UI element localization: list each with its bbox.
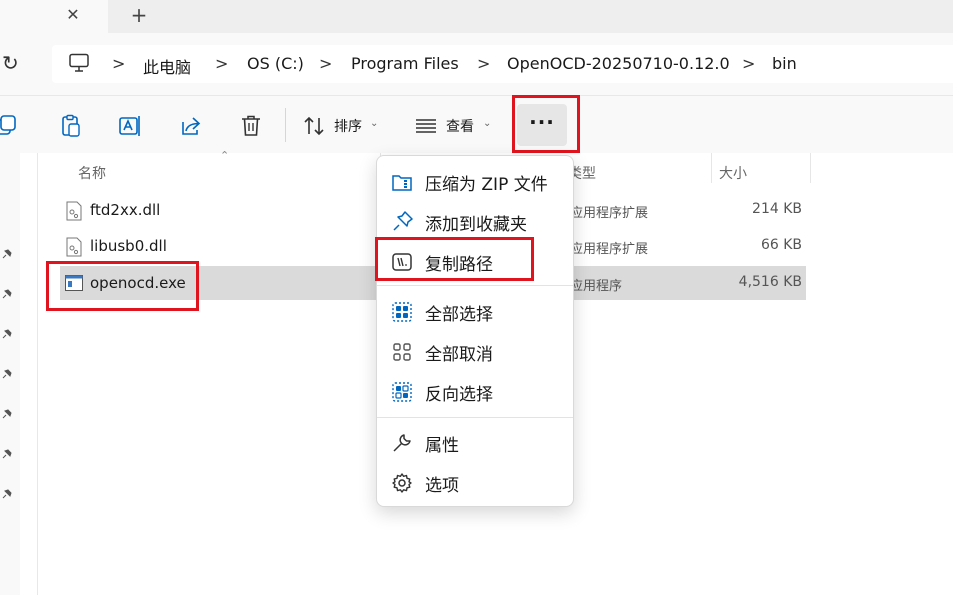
breadcrumb-this-pc[interactable]: 此电脑 <box>143 54 191 78</box>
menu-item-properties[interactable]: 属性 <box>381 424 571 460</box>
file-type: 应用程序扩展 <box>570 242 649 257</box>
menu-item-options[interactable]: 选项 <box>381 464 571 500</box>
more-options-menu: 压缩为 ZIP 文件 添加到收藏夹 复制路径 全部选择 全部取消 反向选择 属性… <box>376 155 574 507</box>
menu-divider <box>377 285 573 286</box>
rename-icon[interactable] <box>118 114 142 138</box>
paste-icon[interactable] <box>59 114 83 138</box>
sort-chevron-icon[interactable]: ⌄ <box>370 118 378 129</box>
select-all-icon <box>392 302 412 322</box>
view-button-label[interactable]: 查看 <box>446 116 474 136</box>
dll-file-icon <box>66 237 82 257</box>
pin-icon <box>2 369 12 379</box>
menu-item-label: 属性 <box>425 436 459 456</box>
breadcrumb-separator[interactable]: > <box>112 54 125 73</box>
invert-selection-icon <box>392 382 412 402</box>
gear-icon <box>392 473 412 493</box>
highlight-box-copy-path <box>375 237 534 281</box>
menu-item-label: 压缩为 ZIP 文件 <box>425 175 548 195</box>
file-name[interactable]: libusb0.dll <box>90 237 167 255</box>
column-header-name[interactable]: 名称 <box>78 163 106 183</box>
sort-icon[interactable] <box>303 114 327 138</box>
navigation-scrollbar[interactable] <box>20 153 38 595</box>
dll-file-icon <box>66 201 82 221</box>
command-bar: 排序 ⌄ 查看 ⌄ ··· <box>0 95 953 153</box>
breadcrumb-separator[interactable]: > <box>215 54 228 73</box>
column-divider[interactable] <box>810 153 811 183</box>
active-tab[interactable]: ✕ <box>0 0 108 33</box>
menu-item-label: 添加到收藏夹 <box>425 215 527 235</box>
wrench-icon <box>393 434 411 452</box>
address-bar[interactable]: > 此电脑 > OS (C:) > Program Files > OpenOC… <box>52 45 953 83</box>
menu-item-add-favorites[interactable]: 添加到收藏夹 <box>381 203 571 239</box>
menu-item-label: 选项 <box>425 476 459 496</box>
menu-item-compress-zip[interactable]: 压缩为 ZIP 文件 <box>381 163 571 199</box>
refresh-icon[interactable]: ↻ <box>2 51 26 75</box>
menu-item-invert-selection[interactable]: 反向选择 <box>381 373 571 409</box>
new-tab-button[interactable]: + <box>127 3 151 27</box>
navigation-pane[interactable] <box>0 153 20 595</box>
highlight-box-more <box>512 95 580 153</box>
menu-item-select-all[interactable]: 全部选择 <box>381 293 571 329</box>
select-none-icon <box>393 343 411 361</box>
pin-icon <box>2 489 12 499</box>
breadcrumb-os-c[interactable]: OS (C:) <box>247 54 304 73</box>
delete-icon[interactable] <box>239 114 263 138</box>
breadcrumb-separator[interactable]: > <box>319 54 332 73</box>
breadcrumb-program-files[interactable]: Program Files <box>351 54 459 73</box>
breadcrumb-separator[interactable]: > <box>477 54 490 73</box>
toolbar-divider <box>285 108 286 142</box>
file-type: 应用程序扩展 <box>570 206 649 221</box>
column-header-size[interactable]: 大小 <box>719 163 747 183</box>
highlight-box-openocd <box>46 261 199 311</box>
tab-strip: ✕ + <box>0 0 953 33</box>
sort-button-label[interactable]: 排序 <box>334 116 362 136</box>
pin-icon <box>2 449 12 459</box>
close-tab-icon[interactable]: ✕ <box>62 4 84 26</box>
pin-icon <box>393 211 413 231</box>
menu-item-label: 全部取消 <box>425 345 493 365</box>
menu-item-label: 全部选择 <box>425 305 493 325</box>
menu-item-label: 反向选择 <box>425 385 493 405</box>
this-pc-icon[interactable] <box>68 53 90 73</box>
file-name[interactable]: ftd2xx.dll <box>90 201 160 219</box>
view-chevron-icon[interactable]: ⌄ <box>483 118 491 129</box>
view-icon[interactable] <box>414 114 438 138</box>
breadcrumb-separator[interactable]: > <box>742 54 755 73</box>
sort-ascending-icon: ⌃ <box>220 149 230 162</box>
zip-folder-icon <box>392 175 412 191</box>
pin-icon <box>2 409 12 419</box>
pin-icon <box>2 249 12 259</box>
breadcrumb-openocd[interactable]: OpenOCD-20250710-0.12.0 <box>507 54 730 73</box>
column-divider[interactable] <box>711 153 712 183</box>
pin-icon <box>2 329 12 339</box>
file-size: 214 KB <box>752 201 802 217</box>
copy-icon[interactable] <box>0 114 24 138</box>
file-type: 应用程序 <box>570 279 623 294</box>
file-size: 66 KB <box>760 237 802 253</box>
share-icon[interactable] <box>179 114 203 138</box>
pin-icon <box>2 289 12 299</box>
menu-divider <box>377 417 573 418</box>
menu-item-select-none[interactable]: 全部取消 <box>381 333 571 369</box>
file-size: 4,516 KB <box>738 274 802 290</box>
breadcrumb-bin[interactable]: bin <box>772 54 797 73</box>
address-row: ↻ > 此电脑 > OS (C:) > Program Files > Open… <box>0 33 953 95</box>
